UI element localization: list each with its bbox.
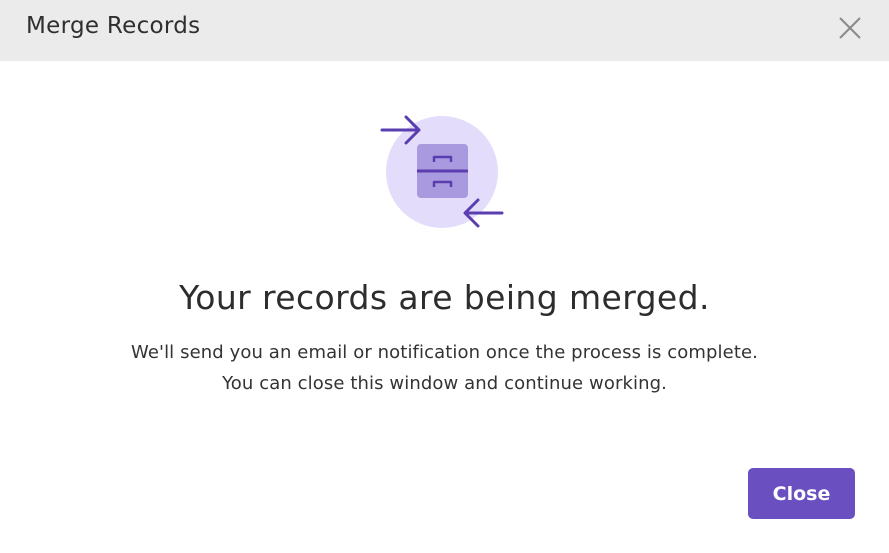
dialog-title: Merge Records [26, 13, 201, 39]
merge-records-dialog: Merge Records Your records are being mer… [0, 0, 889, 553]
status-description-line2: You can close this window and continue w… [222, 373, 667, 394]
status-headline: Your records are being merged. [179, 278, 710, 317]
dialog-header: Merge Records [0, 0, 889, 61]
status-description-line1: We'll send you an email or notification … [131, 342, 758, 363]
close-icon[interactable] [834, 12, 866, 44]
close-button[interactable]: Close [748, 468, 855, 519]
merge-records-icon [378, 110, 508, 235]
